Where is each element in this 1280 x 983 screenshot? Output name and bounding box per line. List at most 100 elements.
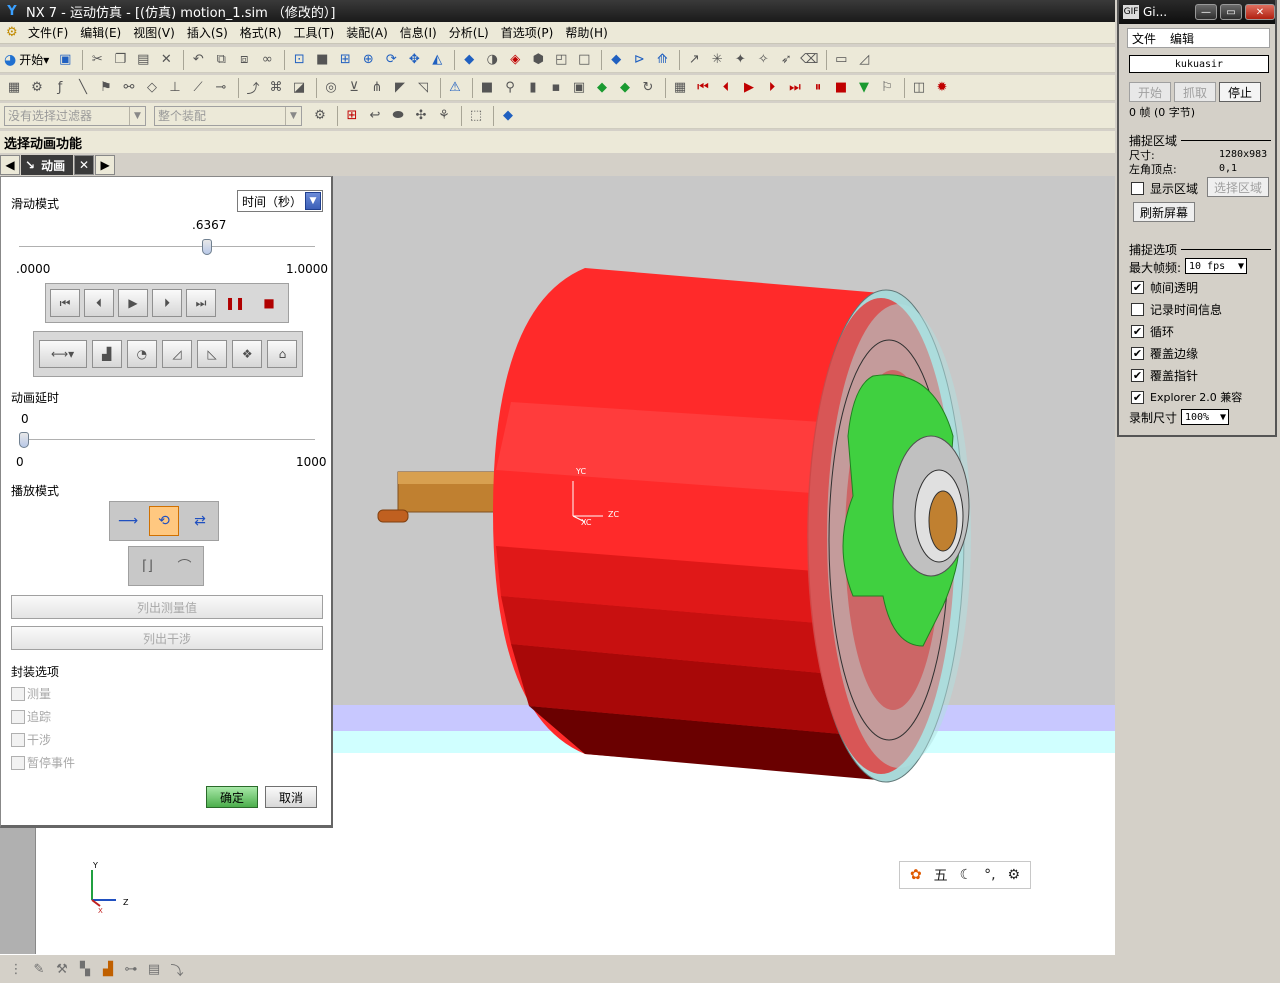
delay-slider-track[interactable] xyxy=(19,439,315,441)
orient-view-icon[interactable]: ◆ xyxy=(606,50,626,70)
delay-slider-thumb[interactable] xyxy=(19,432,29,448)
view-triad-icon[interactable]: ⟰ xyxy=(652,50,672,70)
select-icon[interactable]: ↗ xyxy=(684,50,704,70)
time-slider-track[interactable] xyxy=(19,246,315,248)
ellipse-select-icon[interactable]: ⬬ xyxy=(388,106,408,126)
tab-prev-icon[interactable]: ◀ xyxy=(0,155,20,175)
checkbox[interactable]: ✔ xyxy=(1131,325,1144,338)
pan-icon[interactable]: ✥ xyxy=(404,50,424,70)
glasses-icon[interactable]: ∞ xyxy=(257,50,277,70)
option-measure[interactable]: 测量 xyxy=(11,685,51,702)
deselect-icon[interactable]: ⌫ xyxy=(799,50,819,70)
restore-icon[interactable]: ▭ xyxy=(1220,4,1242,20)
rewind-icon[interactable]: ⏮ xyxy=(693,78,713,98)
bushing-icon[interactable]: ⊸ xyxy=(211,78,231,98)
max-fps-select[interactable]: 10 fps ▼ xyxy=(1185,258,1247,274)
record-icon[interactable]: ✹ xyxy=(932,78,952,98)
step-back-button[interactable]: ⏴ xyxy=(84,289,114,317)
step-back-frame-icon[interactable]: ⏴ xyxy=(716,78,736,98)
pause-icon[interactable]: ⏸ xyxy=(808,78,828,98)
background-icon[interactable]: □ xyxy=(574,50,594,70)
coupler-icon[interactable]: ⋔ xyxy=(367,78,387,98)
edge-display-icon[interactable]: ◈ xyxy=(505,50,525,70)
step-back-icon[interactable]: ◆ xyxy=(592,78,612,98)
damper-icon[interactable]: ⟋ xyxy=(188,78,208,98)
slide-mode-select[interactable]: 时间（秒） ▼ xyxy=(237,190,323,212)
table-icon[interactable]: ▪ xyxy=(546,78,566,98)
environment-icon[interactable]: ▦ xyxy=(4,78,24,98)
gif-name-field[interactable]: kukuasir xyxy=(1129,55,1269,73)
checkbox[interactable]: ✔ xyxy=(1131,281,1144,294)
paw-icon[interactable]: ✿ xyxy=(910,867,922,883)
step-forward-icon[interactable]: ◆ xyxy=(615,78,635,98)
paste-icon[interactable]: ▤ xyxy=(133,50,153,70)
punctuation-icon[interactable]: °, xyxy=(984,867,995,883)
option-interference[interactable]: 干涉 xyxy=(11,731,51,748)
status-tool-6[interactable]: ⊶ xyxy=(121,959,141,979)
checkbox[interactable] xyxy=(1131,303,1144,316)
menu-format[interactable]: 格式(R) xyxy=(240,24,282,41)
gear-joint-icon[interactable]: ⚯ xyxy=(119,78,139,98)
gif-option-4[interactable]: ✔ 覆盖指针 xyxy=(1131,367,1198,384)
undo-icon[interactable]: ↶ xyxy=(188,50,208,70)
show-area-checkbox[interactable]: 显示区域 xyxy=(1131,180,1198,197)
close-icon[interactable]: ✕ xyxy=(1245,4,1275,20)
fast-forward-button[interactable]: ⏭ xyxy=(186,289,216,317)
gif-option-3[interactable]: ✔ 覆盖边缘 xyxy=(1131,345,1198,362)
menu-information[interactable]: 信息(I) xyxy=(400,24,437,41)
status-tool-8[interactable]: ⤵ xyxy=(167,959,187,979)
menu-assembly[interactable]: 装配(A) xyxy=(346,24,388,41)
menu-edit[interactable]: 编辑(E) xyxy=(80,24,121,41)
rewind-button[interactable]: ⏮ xyxy=(50,289,80,317)
checkbox[interactable]: ✔ xyxy=(1131,390,1144,404)
gif-grab-button[interactable]: 抓取 xyxy=(1174,82,1216,102)
status-tool-7[interactable]: ▤ xyxy=(144,959,164,979)
chain-icon[interactable]: ⚘ xyxy=(434,106,454,126)
spring-icon[interactable]: ⊥ xyxy=(165,78,185,98)
rotate-icon[interactable]: ⟳ xyxy=(381,50,401,70)
loop-icon[interactable]: ⟲ xyxy=(149,506,179,536)
play-once-icon[interactable]: ⟶ xyxy=(113,506,143,536)
play-button[interactable]: ▶ xyxy=(118,289,148,317)
fast-forward-icon[interactable]: ⏭ xyxy=(785,78,805,98)
tool-button-4[interactable]: ◺ xyxy=(197,340,228,368)
delete-icon[interactable]: ✕ xyxy=(156,50,176,70)
section-icon[interactable]: ◿ xyxy=(854,50,874,70)
menu-app-icon[interactable]: ⚙ xyxy=(6,25,22,41)
marker-icon[interactable]: ◇ xyxy=(142,78,162,98)
zoom-icon[interactable]: ⊞ xyxy=(335,50,355,70)
tool-button-6[interactable]: ⌂ xyxy=(267,340,298,368)
display-mode-icon[interactable]: ◑ xyxy=(482,50,502,70)
ok-button[interactable]: 确定 xyxy=(206,786,258,808)
option-pause-event[interactable]: 暂停事件 xyxy=(11,754,75,771)
hidden-icon[interactable]: ⬢ xyxy=(528,50,548,70)
list-measure-button[interactable]: 列出测量值 xyxy=(11,595,323,619)
menu-tools[interactable]: 工具(T) xyxy=(294,24,335,41)
finish-icon[interactable]: ⚐ xyxy=(877,78,897,98)
cancel-button[interactable]: 取消 xyxy=(265,786,317,808)
stop-button[interactable]: ■ xyxy=(254,289,284,317)
status-tool-4[interactable]: ▚ xyxy=(75,959,95,979)
ime-mode[interactable]: 五 xyxy=(934,865,948,885)
curve-icon[interactable]: ◹ xyxy=(413,78,433,98)
perspective-icon[interactable]: ◭ xyxy=(427,50,447,70)
torque-icon[interactable]: ◪ xyxy=(289,78,309,98)
status-tool-1[interactable]: ⋮ xyxy=(6,959,26,979)
constraint-icon[interactable]: ⊻ xyxy=(344,78,364,98)
menu-file[interactable]: 文件(F) xyxy=(28,24,68,41)
refresh-screen-button[interactable]: 刷新屏幕 xyxy=(1133,202,1195,222)
contact-icon[interactable]: ⤴ xyxy=(243,78,263,98)
graph-icon[interactable]: ▮ xyxy=(523,78,543,98)
assembly-filter-select[interactable]: 整个装配 ▼ xyxy=(154,105,302,126)
reverse-icon[interactable]: ⇄ xyxy=(185,506,215,536)
gif-menu-file[interactable]: 文件 xyxy=(1132,30,1156,47)
gif-option-5[interactable]: ✔ Explorer 2.0 兼容 xyxy=(1131,389,1242,405)
status-tool-2[interactable]: ✎ xyxy=(29,959,49,979)
tab-close-icon[interactable]: ✕ xyxy=(74,155,95,175)
paste-object-icon[interactable]: ⧈ xyxy=(234,50,254,70)
anim-control-icon[interactable]: ▦ xyxy=(670,78,690,98)
menu-help[interactable]: 帮助(H) xyxy=(565,24,607,41)
start-button[interactable]: ◕ 开始 ▾ xyxy=(4,51,49,68)
snap-grid-icon[interactable]: ⊞ xyxy=(342,106,362,126)
motion-driver-icon[interactable]: ◎ xyxy=(321,78,341,98)
